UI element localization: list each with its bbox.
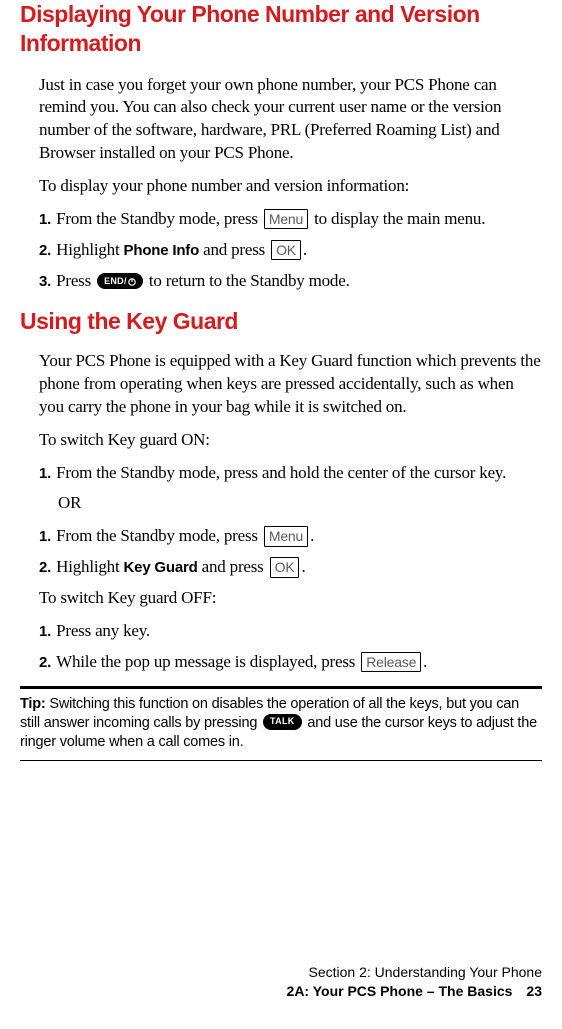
step-number: 1. [39, 464, 51, 484]
page-number: 23 [526, 983, 542, 999]
step-number: 3. [39, 272, 51, 292]
text: to display the main menu. [310, 209, 485, 228]
footer-subsection-text: 2A: Your PCS Phone – The Basics [287, 983, 513, 999]
talk-key-icon: TALK [263, 714, 302, 730]
section-1-intro: Just in case you forget your own phone n… [39, 74, 542, 166]
release-key: Release [361, 652, 421, 672]
phone-info-label: Phone Info [124, 242, 200, 259]
ok-key: OK [271, 240, 301, 260]
text: Highlight [56, 557, 123, 576]
end-key-icon: END/ [97, 273, 143, 289]
text: . [303, 240, 307, 259]
section-2-body: Your PCS Phone is equipped with a Key Gu… [39, 350, 542, 674]
heading-display-phone-info: Displaying Your Phone Number and Version… [20, 0, 542, 58]
section-2-intro: Your PCS Phone is equipped with a Key Gu… [39, 350, 542, 419]
section-1-body: Just in case you forget your own phone n… [39, 74, 542, 294]
text: . [310, 526, 314, 545]
step-text: While the pop up message is displayed, p… [56, 651, 542, 674]
footer-subsection: 2A: Your PCS Phone – The Basics 23 [0, 982, 542, 1001]
on-step-1: 1. From the Standby mode, press and hold… [39, 462, 542, 485]
sec1-step-2: 2. Highlight Phone Info and press OK. [39, 239, 542, 262]
text: to return to the Standby mode. [145, 271, 350, 290]
text: and press [198, 557, 268, 576]
step-number: 2. [39, 558, 51, 578]
step-number: 1. [39, 210, 51, 230]
tip-label: Tip: [20, 696, 46, 712]
text: Highlight [56, 240, 123, 259]
key-guard-label: Key Guard [124, 559, 198, 576]
section-1-lead: To display your phone number and version… [39, 175, 542, 198]
on-step-2: 2. Highlight Key Guard and press OK. [39, 556, 542, 579]
step-number: 2. [39, 653, 51, 673]
text: While the pop up message is displayed, p… [56, 652, 359, 671]
footer-section-title: Section 2: Understanding Your Phone [0, 963, 542, 982]
text: and press [199, 240, 269, 259]
step-number: 2. [39, 241, 51, 261]
off-step-2: 2. While the pop up message is displayed… [39, 651, 542, 674]
menu-key: Menu [264, 209, 308, 229]
step-text: Press END/ to return to the Standby mode… [56, 270, 542, 293]
text: Press [56, 271, 95, 290]
text: . [423, 652, 427, 671]
step-text: Press any key. [56, 620, 542, 643]
step-text: From the Standby mode, press Menu to dis… [56, 208, 542, 231]
sec1-step-3: 3. Press END/ to return to the Standby m… [39, 270, 542, 293]
step-text: Highlight Key Guard and press OK. [56, 556, 542, 579]
off-step-1: 1. Press any key. [39, 620, 542, 643]
step-number: 1. [39, 622, 51, 642]
sec1-step-1: 1. From the Standby mode, press Menu to … [39, 208, 542, 231]
or-separator: OR [58, 492, 542, 515]
lead-switch-on: To switch Key guard ON: [39, 429, 542, 452]
step-text: From the Standby mode, press Menu. [56, 525, 542, 548]
step-number: 1. [39, 527, 51, 547]
text: . [301, 557, 305, 576]
menu-key: Menu [264, 526, 308, 546]
lead-switch-off: To switch Key guard OFF: [39, 587, 542, 610]
text: From the Standby mode, press [56, 209, 262, 228]
on-step-1b: 1. From the Standby mode, press Menu. [39, 525, 542, 548]
tip-block: Tip: Switching this function on disables… [20, 686, 542, 761]
ok-key: OK [270, 557, 300, 577]
step-text: From the Standby mode, press and hold th… [56, 462, 542, 485]
text: From the Standby mode, press [56, 526, 262, 545]
step-text: Highlight Phone Info and press OK. [56, 239, 542, 262]
heading-key-guard: Using the Key Guard [20, 307, 542, 336]
page-footer: Section 2: Understanding Your Phone 2A: … [0, 963, 542, 1001]
